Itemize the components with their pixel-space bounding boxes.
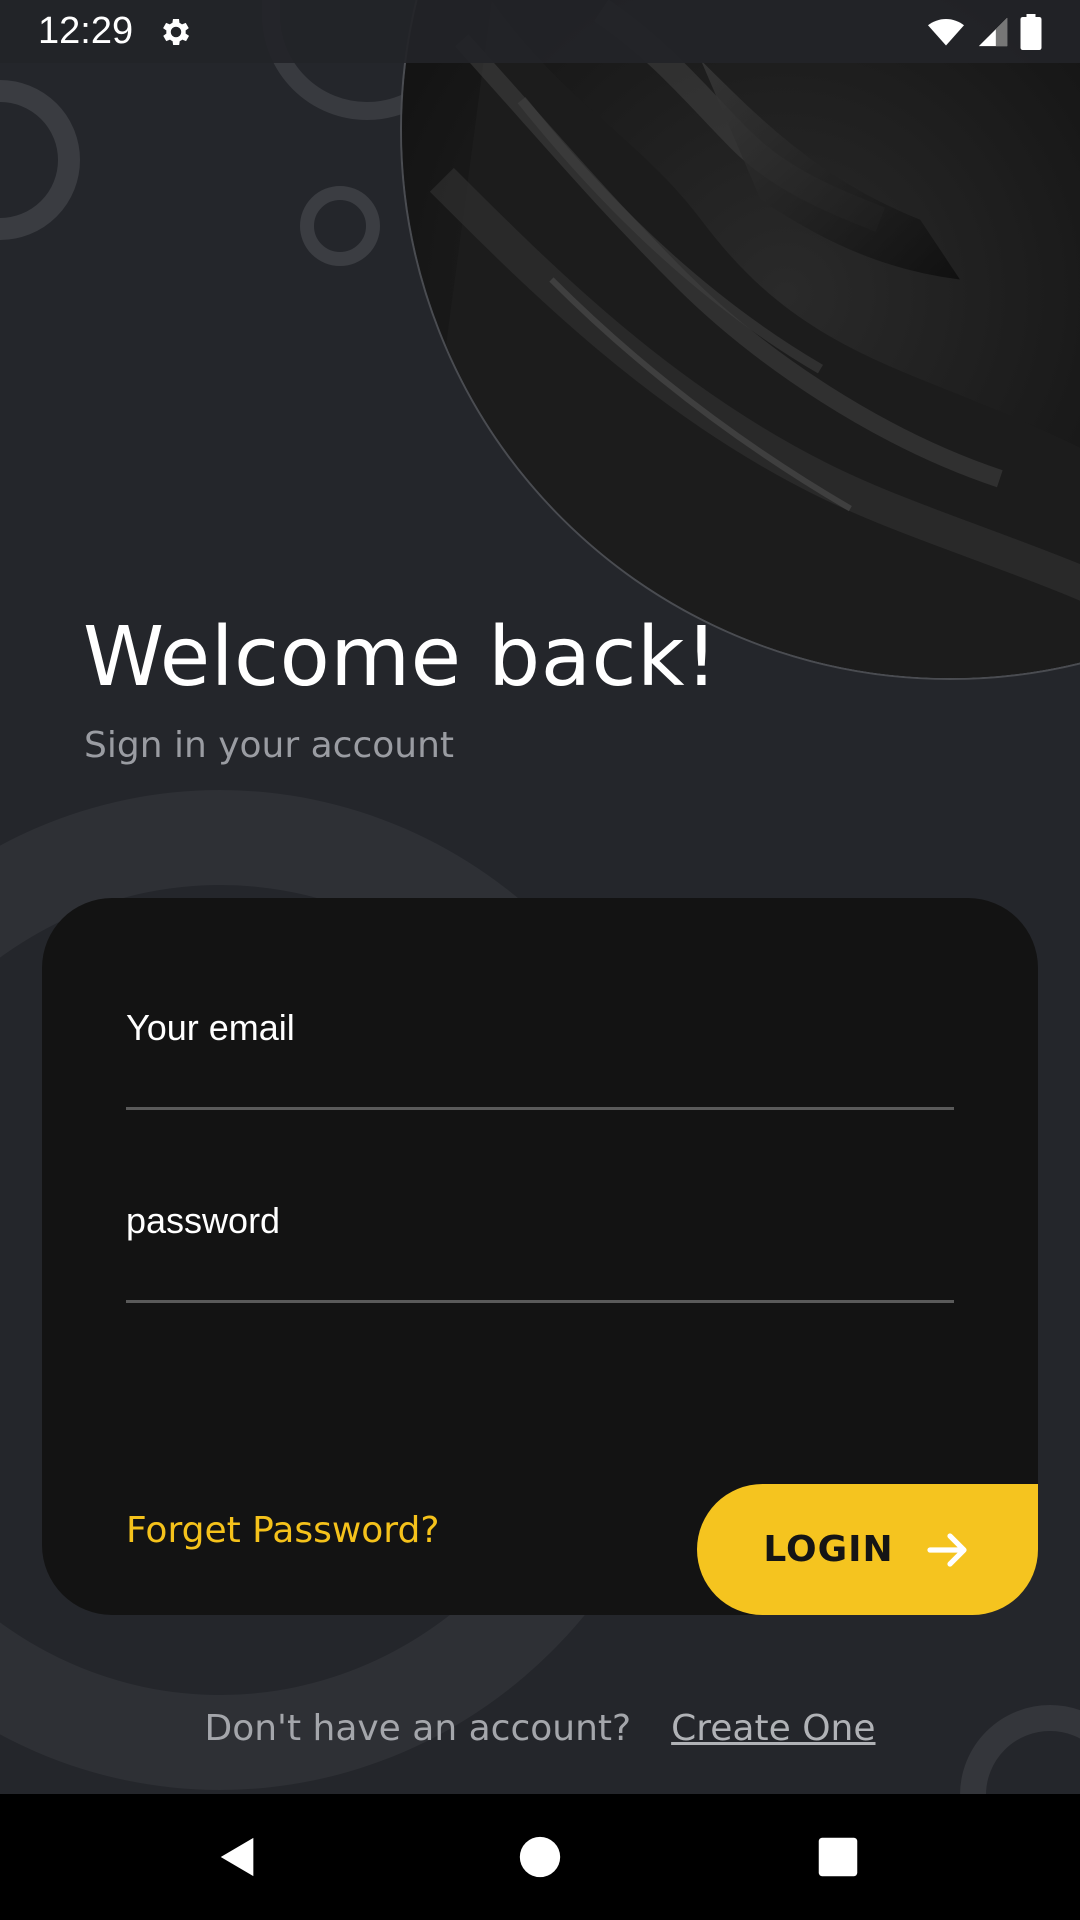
- home-icon[interactable]: [510, 1827, 570, 1887]
- login-card: Forget Password? LOGIN: [42, 898, 1038, 1615]
- decorative-ring: [300, 186, 380, 266]
- login-button[interactable]: LOGIN: [697, 1484, 1038, 1615]
- email-field-group: [126, 998, 954, 1110]
- login-button-label: LOGIN: [763, 1529, 894, 1570]
- email-field[interactable]: [126, 998, 954, 1058]
- status-time: 12:29: [38, 10, 134, 52]
- signup-prompt: Don't have an account? Create One: [0, 1708, 1080, 1749]
- forgot-password-link[interactable]: Forget Password?: [126, 1510, 439, 1551]
- email-underline: [126, 1107, 954, 1110]
- no-account-text: Don't have an account?: [204, 1708, 632, 1749]
- create-account-link[interactable]: Create One: [671, 1708, 875, 1749]
- status-bar: 12:29: [0, 0, 1080, 63]
- recents-icon[interactable]: [808, 1827, 868, 1887]
- system-nav-bar: [0, 1794, 1080, 1920]
- password-field-group: [126, 1191, 954, 1303]
- decorative-ring: [0, 80, 80, 240]
- wifi-icon: [926, 14, 966, 55]
- battery-icon: [1020, 14, 1042, 55]
- gear-icon: [158, 14, 194, 50]
- login-screen: 12:29 Welcome back! Sign in your account: [0, 0, 1080, 1920]
- password-underline: [126, 1300, 954, 1303]
- back-icon[interactable]: [208, 1827, 268, 1887]
- arrow-right-icon: [924, 1526, 972, 1574]
- hero-fabric-image: [400, 0, 1080, 680]
- page-subtitle: Sign in your account: [84, 725, 455, 766]
- password-field[interactable]: [126, 1191, 954, 1251]
- signal-icon: [976, 14, 1010, 55]
- page-title: Welcome back!: [83, 610, 719, 705]
